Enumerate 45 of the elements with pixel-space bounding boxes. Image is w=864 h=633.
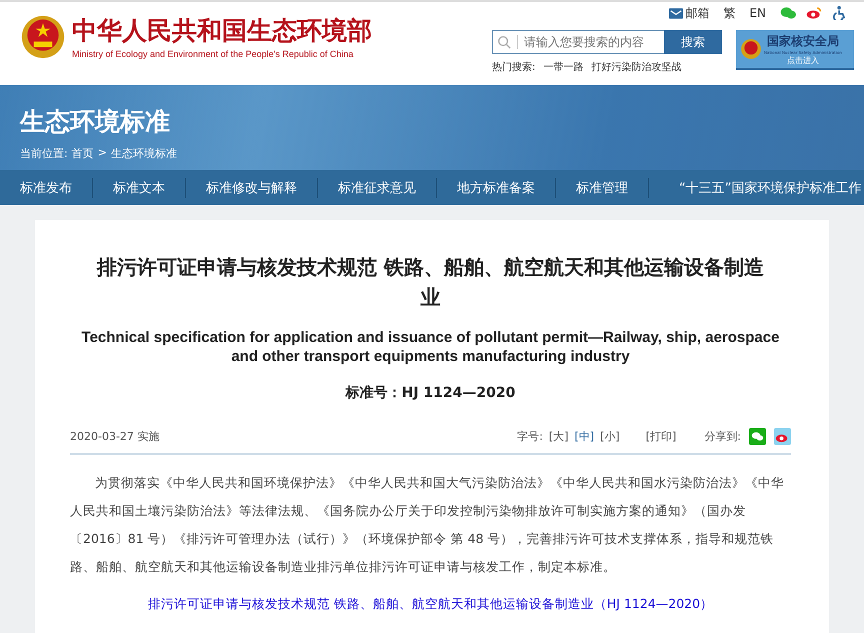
nav-item[interactable]: 地方标准备案 — [457, 178, 535, 196]
article-title-english: Technical specification for application and issuance of pollutant permit—Railway, ship, aerospace and other transport equipments manufacturing industry — [80, 328, 780, 366]
hot-search-link[interactable]: 打好污染防治攻坚战 — [591, 60, 682, 74]
search-field[interactable]: 请输入您要搜索的内容 — [492, 30, 664, 54]
wechat-share-icon[interactable] — [749, 428, 766, 445]
breadcrumb-link[interactable]: 生态环境标准 — [110, 146, 177, 161]
weibo-icon[interactable] — [806, 6, 822, 20]
mail-icon[interactable] — [669, 8, 684, 18]
nav-item[interactable]: 标准发布 — [20, 178, 72, 196]
font-size-label: 字号: — [517, 429, 543, 444]
download-link[interactable]: 排污许可证申请与核发技术规范 铁路、船舶、航空航天和其他运输设备制造业（HJ 1124—2020） — [148, 596, 714, 611]
nnsa-name: 国家核安全局 — [766, 32, 839, 50]
nav-item[interactable]: “十三五”国家环境保护标准工作 — [679, 178, 862, 196]
hot-search-link[interactable]: 一带一路 — [543, 60, 584, 74]
effective-date: 2020-03-27 实施 — [70, 429, 160, 444]
breadcrumb-label: 当前位置: — [20, 146, 68, 161]
accessibility-icon[interactable] — [832, 6, 848, 20]
wechat-icon[interactable] — [780, 6, 796, 20]
search-button[interactable]: 搜索 — [664, 30, 722, 54]
article-title: 排污许可证申请与核发技术规范 铁路、船舶、航空航天和其他运输设备制造业 — [96, 254, 765, 311]
nav-item[interactable]: 标准管理 — [576, 178, 628, 196]
font-size-option[interactable]: [中] — [574, 429, 594, 444]
share-label: 分享到: — [704, 429, 741, 444]
body-paragraph: 为贯彻落实《中华人民共和国环境保护法》《中华人民共和国大气污染防治法》《中华人民共和国水污染防治法》《中华人民共和国土壤污染防治法》等法律法规、《国务院办公厅关于印发控制污染物排放许可制实施方案的通知》（国办发〔2016〕81 号）《排污许可管理办法（试行）》（环境保护部令 第 48 号），完善排污许可技术支撑体系，指导和规范铁路、船舶、航空航天和其他运输设备制造业排污单位排污许可证申请与核发工作，制定本标准。 — [70, 474, 785, 576]
nav-item[interactable]: 标准修改与解释 — [206, 178, 297, 196]
search-icon — [497, 35, 518, 49]
print-link[interactable]: [打印] — [646, 429, 676, 444]
breadcrumb-link[interactable]: 首页 — [72, 146, 94, 161]
standard-number: 标准号：HJ 1124—2020 — [344, 384, 516, 402]
nav-item[interactable]: 标准文本 — [113, 178, 165, 196]
hot-search-label: 热门搜索: — [492, 60, 536, 74]
top-link[interactable]: 繁 — [723, 4, 736, 22]
emblem-icon — [740, 38, 762, 60]
top-link[interactable]: EN — [749, 6, 766, 20]
site-name-english: Ministry of Ecology and Environment of the People's Republic of China — [72, 49, 354, 59]
banner-title: 生态环境标准 — [20, 106, 171, 138]
nav-item[interactable]: 标准征求意见 — [338, 178, 416, 196]
site-name: 中华人民共和国生态环境部 — [72, 15, 372, 47]
font-size-option[interactable]: [大] — [548, 429, 568, 444]
weibo-share-icon[interactable] — [774, 428, 791, 445]
national-emblem-icon — [20, 14, 66, 60]
breadcrumb-separator: > — [98, 146, 107, 161]
top-link[interactable]: 邮箱 — [685, 4, 710, 22]
font-size-option[interactable]: [小] — [600, 429, 620, 444]
nnsa-action: 点击进入 — [786, 54, 819, 66]
